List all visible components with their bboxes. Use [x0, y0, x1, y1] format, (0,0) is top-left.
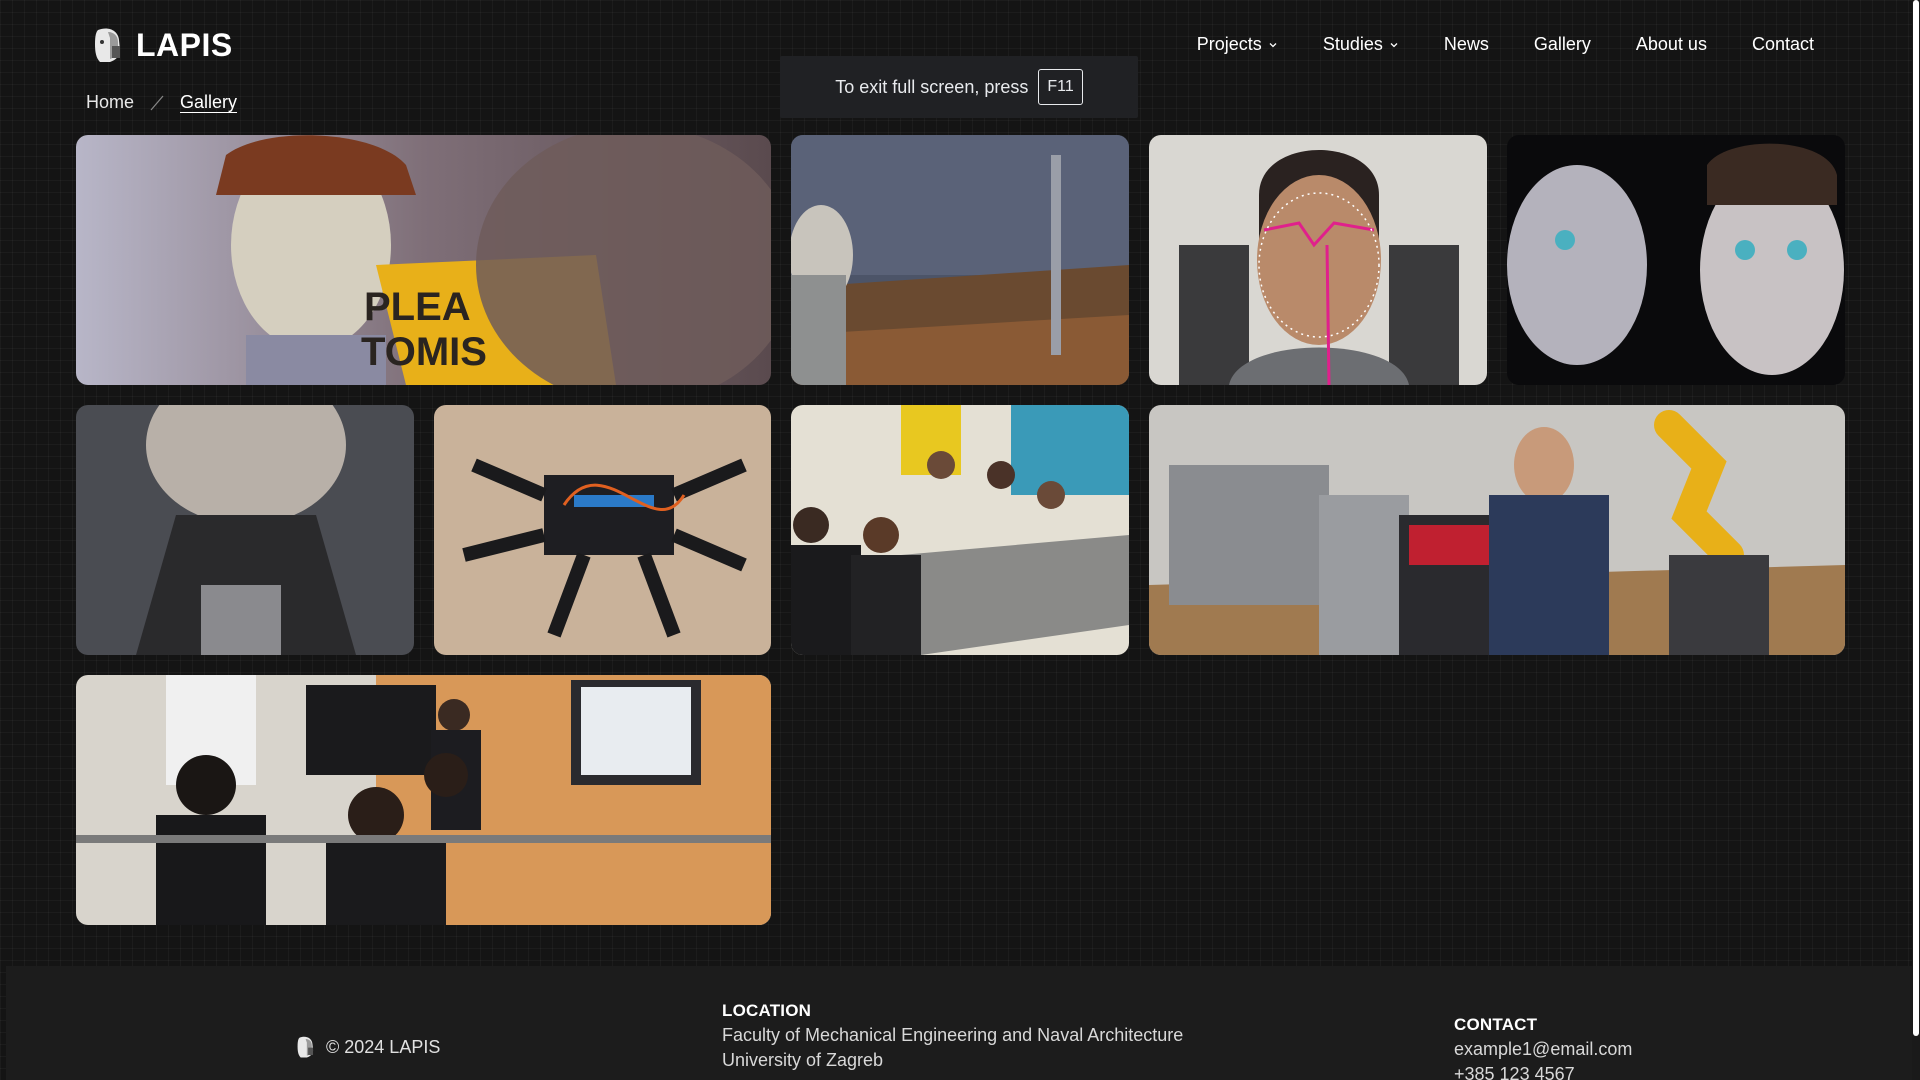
photo-robotic-arm-demo: [1149, 405, 1845, 655]
nav-about-us-label: About us: [1635, 34, 1707, 54]
sign-text-overlay: PLEA TOMIS: [361, 285, 487, 374]
gallery-image-students-in-classroom[interactable]: [791, 405, 1129, 655]
gallery-image-projected-faces-dark[interactable]: [1507, 135, 1845, 385]
gallery-image-robot-face-closeup[interactable]: [76, 405, 414, 655]
nav-projects[interactable]: Projects: [1197, 34, 1278, 55]
footer-copyright: © 2024 LAPIS: [326, 1036, 441, 1057]
nav-news[interactable]: News: [1444, 34, 1489, 55]
nav-contact-label: Contact: [1751, 34, 1814, 54]
fullscreen-toast-text: To exit full screen, press: [835, 76, 1029, 97]
chevron-down-icon: [1390, 42, 1398, 47]
photo-hexapod-robot: [434, 405, 771, 655]
mask-head-icon: [297, 1036, 314, 1058]
chevron-down-icon: [1269, 42, 1277, 47]
nav-news-label: News: [1443, 34, 1489, 54]
fullscreen-key: F11: [1038, 69, 1083, 105]
nav-about-us[interactable]: About us: [1636, 34, 1707, 55]
mask-head-icon: [95, 28, 120, 62]
footer-location-heading: LOCATION: [722, 1001, 812, 1020]
scrollbar-thumb[interactable]: [1913, 0, 1919, 1036]
footer-contact-phone[interactable]: +385 123 4567: [1454, 1062, 1632, 1080]
sign-text-1: PLEA: [364, 285, 471, 329]
brand-name: LAPIS: [136, 26, 233, 63]
gallery-image-robot-head-with-sign[interactable]: PLEA TOMIS: [76, 135, 771, 385]
photo-face-landmark-tracking: [1149, 135, 1487, 385]
photo-students-in-classroom: [791, 405, 1129, 655]
breadcrumb-separator-icon: [150, 95, 164, 110]
footer-location-line2: University of Zagreb: [722, 1050, 884, 1070]
gallery-image-robot-head-in-lab[interactable]: [791, 135, 1129, 385]
photo-robot-face-closeup: [76, 405, 414, 655]
footer-contact-email[interactable]: example1@email.com: [1454, 1037, 1632, 1062]
main-nav: Projects Studies News Gallery About us C…: [1197, 34, 1814, 55]
nav-studies[interactable]: Studies: [1323, 34, 1399, 55]
gallery-image-face-landmark-tracking[interactable]: [1149, 135, 1487, 385]
photo-projected-faces-dark: [1507, 135, 1845, 385]
footer-location-line1: Faculty of Mechanical Engineering and Na…: [722, 1025, 1184, 1045]
footer-contact: CONTACT example1@email.com +385 123 4567: [1454, 1012, 1632, 1080]
nav-studies-label: Studies: [1322, 34, 1383, 54]
nav-gallery-label: Gallery: [1533, 34, 1591, 54]
gallery-image-robotic-arm-demo[interactable]: [1149, 405, 1845, 655]
gallery-image-lecture-presentation[interactable]: [76, 675, 771, 925]
breadcrumb-home[interactable]: Home: [86, 92, 134, 113]
nav-projects-label: Projects: [1196, 34, 1262, 54]
fullscreen-exit-toast: To exit full screen, press F11: [780, 56, 1138, 118]
footer-location: LOCATION Faculty of Mechanical Engineeri…: [722, 998, 1183, 1073]
footer-brand: © 2024 LAPIS: [292, 1034, 440, 1060]
nav-gallery[interactable]: Gallery: [1534, 34, 1591, 55]
footer-contact-heading: CONTACT: [1454, 1015, 1538, 1034]
page-scrollbar[interactable]: [1912, 0, 1920, 1080]
gallery-image-hexapod-robot[interactable]: [434, 405, 771, 655]
breadcrumb-current[interactable]: Gallery: [180, 92, 237, 113]
sign-text-2: TOMIS: [361, 330, 487, 374]
site-footer: © 2024 LAPIS LOCATION Faculty of Mechani…: [6, 966, 1914, 1080]
nav-contact[interactable]: Contact: [1752, 34, 1814, 55]
photo-lecture-presentation: [76, 675, 771, 925]
site-logo[interactable]: LAPIS: [86, 24, 233, 66]
photo-robot-head-in-lab: [791, 135, 1129, 385]
breadcrumb: Home Gallery: [86, 92, 237, 113]
